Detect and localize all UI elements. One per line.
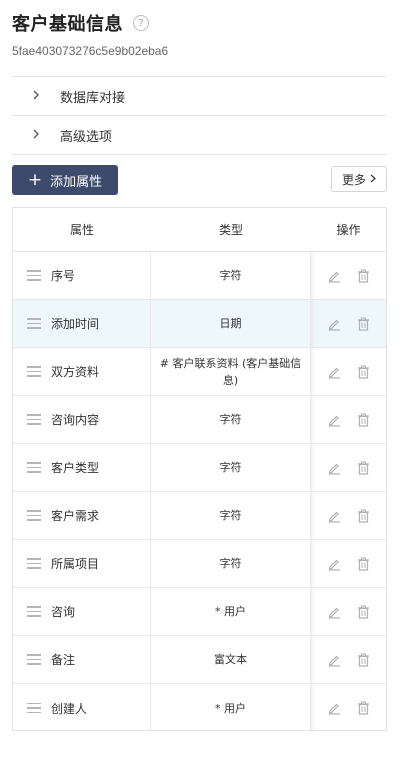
edit-icon[interactable] — [327, 365, 341, 379]
property-name: 备注 — [51, 653, 76, 667]
property-name: 所属项目 — [51, 557, 100, 571]
drag-handle-icon[interactable] — [27, 654, 41, 665]
property-name: 添加时间 — [51, 317, 100, 331]
drag-handle-icon[interactable] — [27, 462, 41, 473]
plus-icon: + — [27, 169, 43, 190]
edit-icon[interactable] — [327, 701, 341, 715]
property-type: 字符 — [151, 540, 311, 587]
property-type: 字符 — [151, 444, 311, 491]
settings-sections: 数据库对接 高级选项 — [12, 76, 387, 155]
drag-handle-icon[interactable] — [27, 702, 41, 714]
property-name: 双方资料 — [51, 365, 100, 379]
column-header-type: 类型 — [218, 223, 243, 237]
table-header: 属性 类型 操作 — [13, 208, 386, 252]
delete-icon[interactable] — [357, 461, 370, 475]
drag-handle-icon[interactable] — [27, 366, 41, 377]
property-type: # 客户联系资料 (客户基础信息) — [151, 348, 311, 395]
delete-icon[interactable] — [357, 365, 370, 379]
page-title: 客户基础信息 — [12, 14, 123, 35]
drag-handle-icon[interactable] — [27, 510, 41, 521]
edit-icon[interactable] — [327, 413, 341, 427]
property-type: 富文本 — [151, 636, 311, 683]
table-row[interactable]: 双方资料 # 客户联系资料 (客户基础信息) — [13, 348, 386, 396]
table-row[interactable]: 客户需求 字符 — [13, 492, 386, 540]
property-name: 序号 — [51, 269, 76, 283]
drag-handle-icon[interactable] — [27, 558, 41, 569]
drag-handle-icon[interactable] — [27, 606, 41, 617]
chevron-right-icon — [12, 128, 60, 143]
drag-handle-icon[interactable] — [27, 270, 41, 281]
table-row[interactable]: 序号 字符 — [13, 252, 386, 300]
property-type: 字符 — [151, 492, 311, 539]
object-id: 5fae403073276c5e9b02eba6 — [12, 44, 169, 58]
section-label: 高级选项 — [60, 129, 113, 145]
table-row[interactable]: 咨询内容 字符 — [13, 396, 386, 444]
edit-icon[interactable] — [327, 509, 341, 523]
edit-icon[interactable] — [327, 653, 341, 667]
delete-icon[interactable] — [357, 317, 370, 331]
add-property-button[interactable]: + 添加属性 — [12, 165, 118, 195]
more-button[interactable]: 更多 — [331, 166, 387, 192]
property-name: 咨询 — [51, 605, 76, 619]
chevron-right-icon — [12, 89, 60, 104]
table-row[interactable]: 添加时间 日期 — [13, 300, 386, 348]
edit-icon[interactable] — [327, 317, 341, 331]
property-name: 客户类型 — [51, 461, 100, 475]
property-name: 创建人 — [51, 701, 88, 716]
delete-icon[interactable] — [357, 269, 370, 283]
delete-icon[interactable] — [357, 557, 370, 571]
delete-icon[interactable] — [357, 509, 370, 523]
property-type: 日期 — [151, 300, 311, 347]
chevron-right-icon — [370, 173, 376, 186]
edit-icon[interactable] — [327, 269, 341, 283]
property-type: * 用户 — [151, 684, 311, 732]
section-database-integration[interactable]: 数据库对接 — [12, 77, 387, 116]
drag-handle-icon[interactable] — [27, 318, 41, 329]
table-row[interactable]: 创建人 * 用户 — [13, 684, 386, 732]
column-header-actions: 操作 — [336, 223, 361, 237]
table-body: 序号 字符 添加时间 日期 双方资料 # 客户联系资料 (客户基础信息) 咨询内… — [13, 252, 386, 732]
delete-icon[interactable] — [357, 701, 370, 715]
table-row[interactable]: 备注 富文本 — [13, 636, 386, 684]
section-advanced-options[interactable]: 高级选项 — [12, 116, 387, 155]
properties-table: 属性 类型 操作 序号 字符 添加时间 日期 双方资料 # 客户联系资料 (客户… — [12, 207, 387, 732]
property-name: 客户需求 — [51, 509, 100, 523]
table-row[interactable]: 咨询 * 用户 — [13, 588, 386, 636]
add-property-label: 添加属性 — [50, 174, 103, 190]
delete-icon[interactable] — [357, 413, 370, 427]
more-label: 更多 — [341, 172, 366, 187]
drag-handle-icon[interactable] — [27, 414, 41, 425]
edit-icon[interactable] — [327, 605, 341, 619]
page-header: 客户基础信息 ? 5fae403073276c5e9b02eba6 — [12, 10, 389, 58]
property-type: 字符 — [151, 252, 311, 299]
property-type: 字符 — [151, 396, 311, 443]
column-header-property: 属性 — [69, 223, 94, 237]
table-row[interactable]: 客户类型 字符 — [13, 444, 386, 492]
property-name: 咨询内容 — [51, 413, 100, 427]
help-icon[interactable]: ? — [133, 15, 149, 31]
property-type: * 用户 — [151, 588, 311, 635]
section-label: 数据库对接 — [60, 90, 126, 106]
table-row[interactable]: 所属项目 字符 — [13, 540, 386, 588]
delete-icon[interactable] — [357, 653, 370, 667]
delete-icon[interactable] — [357, 605, 370, 619]
edit-icon[interactable] — [327, 461, 341, 475]
edit-icon[interactable] — [327, 557, 341, 571]
